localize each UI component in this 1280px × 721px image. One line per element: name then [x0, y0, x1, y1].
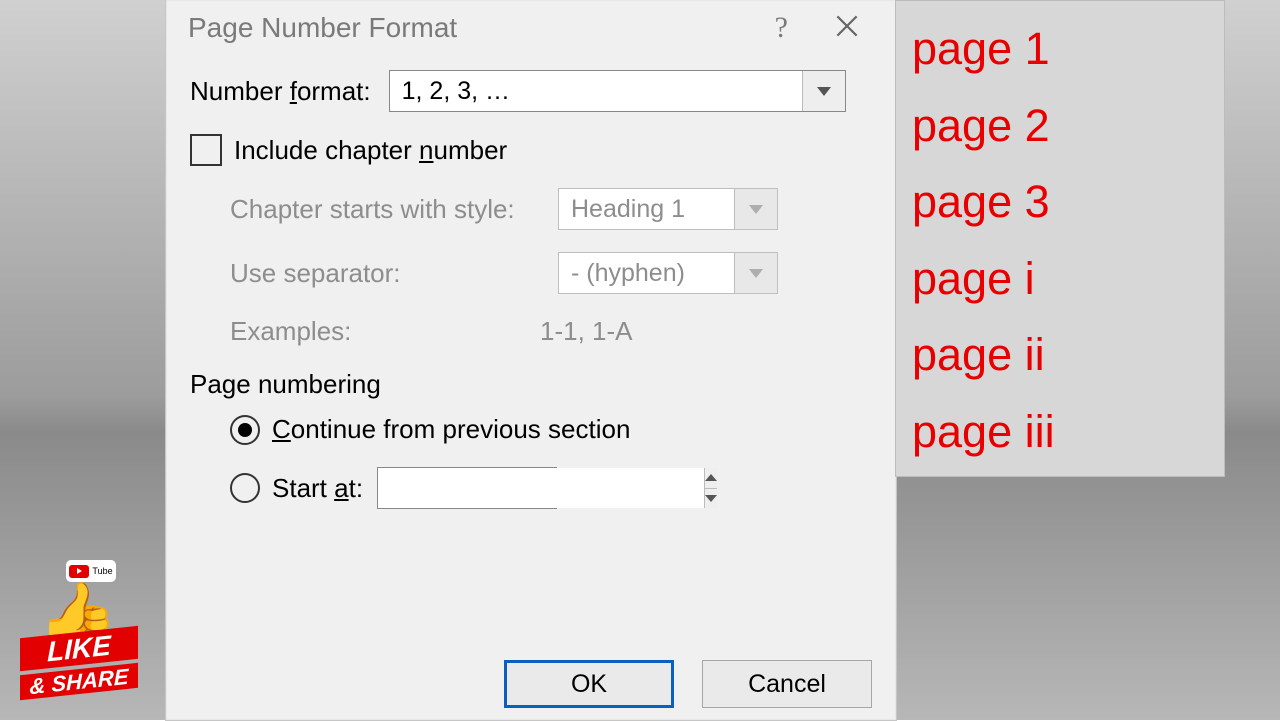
triangle-up-icon	[705, 474, 717, 481]
chapter-starts-label: Chapter starts with style:	[230, 194, 540, 225]
number-format-value: 1, 2, 3, …	[390, 77, 802, 106]
number-format-dropdown-button[interactable]	[802, 71, 845, 111]
triangle-down-icon	[705, 495, 717, 502]
page-numbering-group-label: Page numbering	[190, 369, 872, 400]
continue-radio[interactable]	[230, 415, 260, 445]
chevron-down-icon	[749, 269, 763, 278]
like-share-badge: Tube 👍 LIKE & SHARE	[20, 560, 150, 710]
number-format-combo[interactable]: 1, 2, 3, …	[389, 70, 846, 112]
chevron-down-icon	[817, 87, 831, 96]
spinner-up-button[interactable]	[705, 468, 717, 489]
use-separator-label: Use separator:	[230, 258, 540, 289]
annotation-line: page 1	[912, 11, 1208, 88]
ok-button[interactable]: OK	[504, 660, 674, 708]
annotation-line: page ii	[912, 317, 1208, 394]
annotation-line: page iii	[912, 394, 1208, 471]
page-number-format-dialog: Page Number Format ? Number format: 1, 2…	[165, 0, 897, 721]
dialog-title: Page Number Format	[188, 12, 457, 44]
titlebar: Page Number Format ?	[166, 0, 896, 56]
annotation-line: page i	[912, 241, 1208, 318]
chapter-starts-combo: Heading 1	[558, 188, 778, 230]
continue-label: Continue from previous section	[272, 414, 630, 445]
include-chapter-label: Include chapter number	[234, 135, 507, 166]
use-separator-combo: - (hyphen)	[558, 252, 778, 294]
annotation-line: page 2	[912, 88, 1208, 165]
help-button[interactable]: ?	[751, 7, 812, 49]
close-button[interactable]	[812, 7, 882, 49]
examples-value: 1-1, 1-A	[540, 316, 633, 347]
chevron-down-icon	[749, 205, 763, 214]
start-at-radio[interactable]	[230, 473, 260, 503]
play-icon	[69, 565, 89, 578]
start-at-label: Start at:	[272, 473, 363, 504]
close-icon	[836, 15, 858, 37]
include-chapter-checkbox[interactable]	[190, 134, 222, 166]
annotation-panel: page 1 page 2 page 3 page i page ii page…	[895, 0, 1225, 477]
examples-label: Examples:	[230, 316, 540, 347]
annotation-line: page 3	[912, 164, 1208, 241]
start-at-input[interactable]	[378, 468, 704, 508]
number-format-label: Number format:	[190, 76, 371, 107]
start-at-spinner[interactable]	[377, 467, 557, 509]
cancel-button[interactable]: Cancel	[702, 660, 872, 708]
spinner-down-button[interactable]	[705, 489, 717, 509]
